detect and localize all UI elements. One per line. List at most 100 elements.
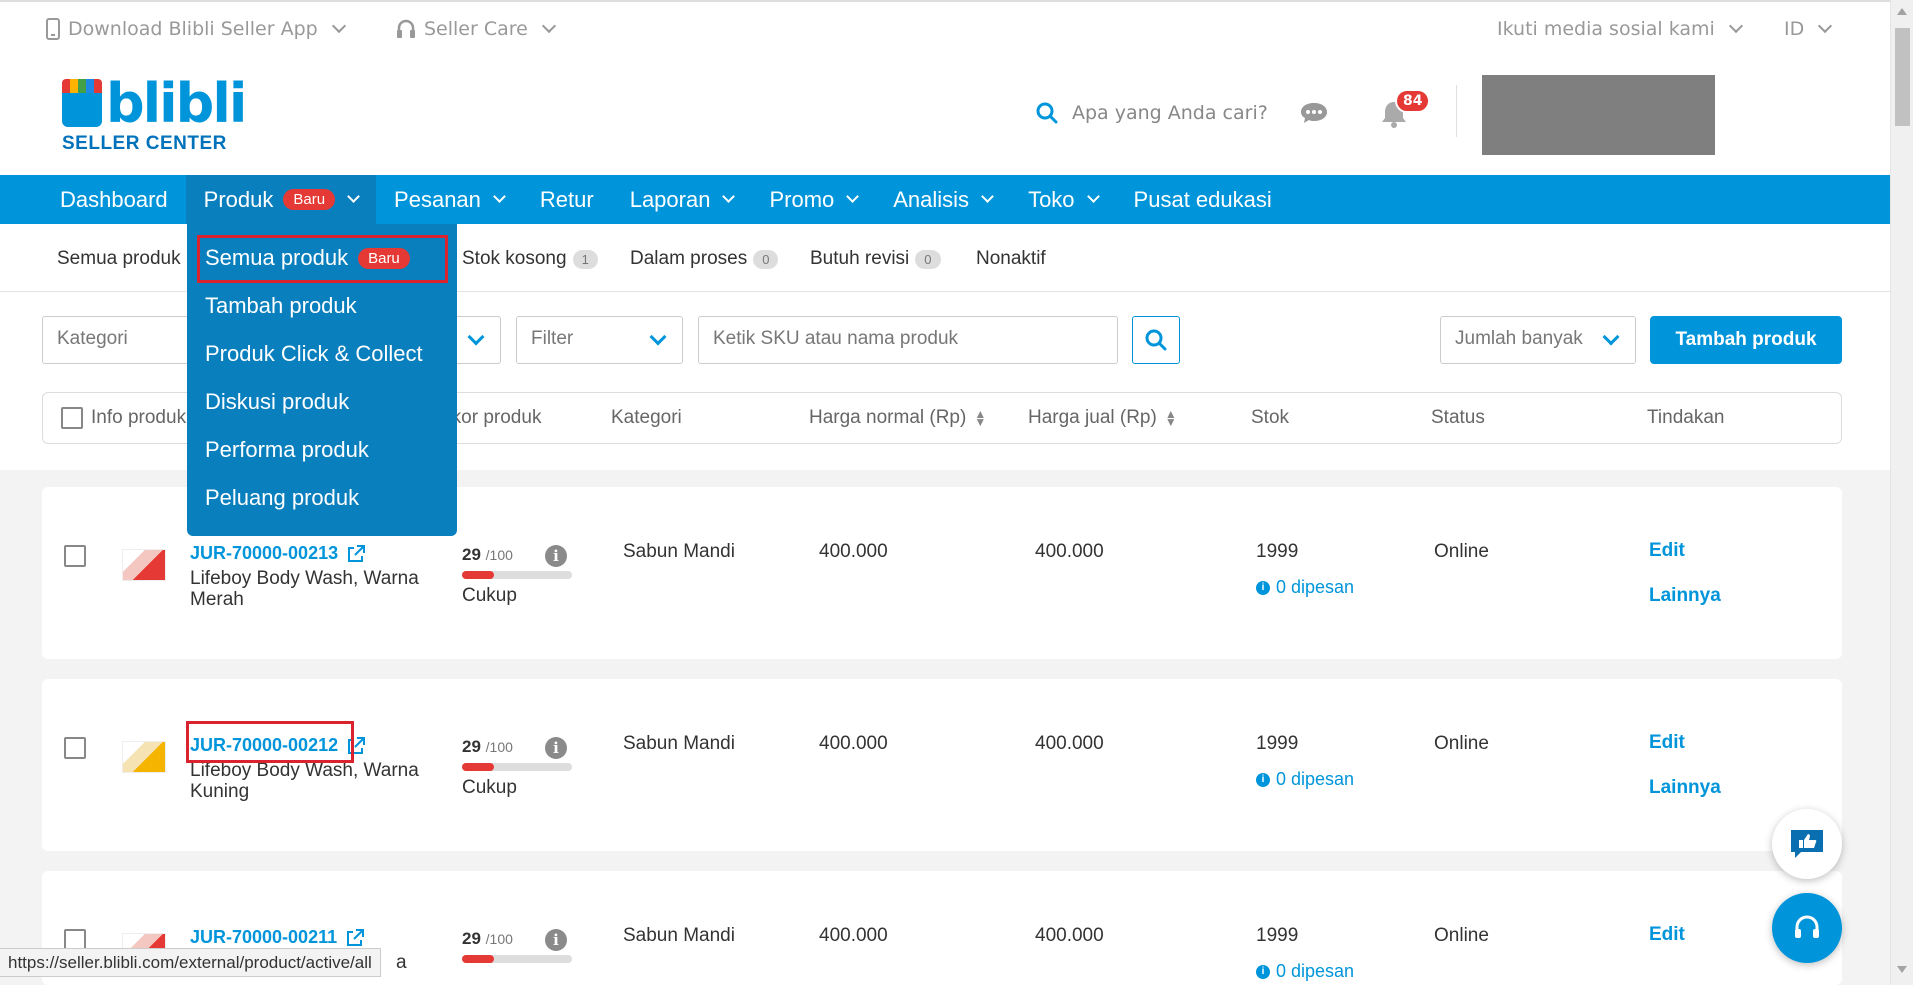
page-scrollbar[interactable] bbox=[1890, 0, 1913, 985]
stock-value: 1999 bbox=[1256, 541, 1299, 562]
edit-link[interactable]: Edit bbox=[1649, 732, 1685, 754]
language-selector[interactable]: ID bbox=[1784, 18, 1833, 40]
product-search-input[interactable]: Ketik SKU atau nama produk bbox=[698, 316, 1118, 364]
social-media-label: Ikuti media sosial kami bbox=[1497, 18, 1715, 40]
account-avatar[interactable] bbox=[1482, 75, 1715, 155]
chevron-down-icon bbox=[541, 18, 556, 34]
menu-item-performa-produk[interactable]: Performa produk bbox=[187, 426, 457, 474]
tab-in-process[interactable]: Dalam proses 0 bbox=[630, 248, 779, 270]
highlight-box bbox=[186, 721, 354, 763]
score-value: 29 bbox=[462, 545, 481, 564]
scrollbar-thumb[interactable] bbox=[1895, 28, 1910, 126]
header-status: Status bbox=[1431, 407, 1485, 428]
edit-link[interactable]: Edit bbox=[1649, 924, 1685, 946]
search-icon bbox=[1145, 329, 1167, 351]
sale-price: 400.000 bbox=[1035, 541, 1104, 562]
seller-care-link[interactable]: Seller Care bbox=[396, 18, 556, 40]
menu-item-label: Tambah produk bbox=[205, 293, 357, 318]
info-icon[interactable]: i bbox=[545, 929, 567, 951]
social-media-link[interactable]: Ikuti media sosial kami bbox=[1497, 18, 1743, 40]
more-link[interactable]: Lainnya bbox=[1649, 777, 1721, 799]
score-label: Cukup bbox=[462, 585, 517, 606]
tab-inactive[interactable]: Nonaktif bbox=[976, 248, 1046, 270]
header-category: Kategori bbox=[611, 407, 682, 428]
sort-icon: ▲ ▼ bbox=[1164, 407, 1177, 429]
menu-item-click-collect[interactable]: Produk Click & Collect bbox=[187, 330, 457, 378]
nav-toko[interactable]: Toko bbox=[1010, 175, 1115, 224]
feedback-button[interactable] bbox=[1772, 809, 1842, 879]
logo-subtitle: SELLER CENTER bbox=[62, 133, 227, 154]
info-icon[interactable]: i bbox=[545, 737, 567, 759]
reserved-link[interactable]: i 0 dipesan bbox=[1256, 577, 1354, 598]
nav-promo-label: Promo bbox=[769, 186, 835, 212]
reserved-link[interactable]: i 0 dipesan bbox=[1256, 769, 1354, 790]
header-sale-price-label: Harga jual (Rp) bbox=[1028, 407, 1157, 428]
nav-laporan[interactable]: Laporan bbox=[612, 175, 752, 224]
product-sku: JUR-70000-00213 bbox=[190, 543, 339, 563]
tab-all-products[interactable]: Semua produk bbox=[57, 248, 181, 270]
global-search[interactable]: Apa yang Anda cari? bbox=[1036, 102, 1268, 124]
score-max: /100 bbox=[485, 739, 513, 755]
score-bar bbox=[462, 955, 572, 963]
chevron-down-icon bbox=[1086, 190, 1100, 203]
edit-link[interactable]: Edit bbox=[1649, 540, 1685, 562]
tab-empty-stock-label: Stok kosong bbox=[462, 248, 567, 269]
reserved-link[interactable]: i 0 dipesan bbox=[1256, 961, 1354, 982]
tab-empty-stock[interactable]: Stok kosong 1 bbox=[462, 248, 598, 270]
download-app-label: Download Blibli Seller App bbox=[68, 18, 318, 40]
nav-retur[interactable]: Retur bbox=[522, 175, 612, 224]
chat-icon[interactable] bbox=[1300, 101, 1328, 125]
header-sale-price[interactable]: Harga jual (Rp) ▲ ▼ bbox=[1028, 407, 1177, 429]
nav-pesanan-label: Pesanan bbox=[394, 186, 481, 212]
nav-dashboard-label: Dashboard bbox=[60, 186, 168, 212]
search-button[interactable] bbox=[1132, 316, 1180, 364]
normal-price: 400.000 bbox=[819, 541, 888, 562]
stock-value: 1999 bbox=[1256, 925, 1299, 946]
row-checkbox[interactable] bbox=[64, 737, 86, 759]
sort-icon: ▲ ▼ bbox=[974, 407, 987, 429]
header: blibli SELLER CENTER Apa yang Anda cari?… bbox=[0, 55, 1890, 175]
more-link[interactable]: Lainnya bbox=[1649, 585, 1721, 607]
product-sku: JUR-70000-00211 bbox=[190, 927, 338, 947]
menu-item-tambah-produk[interactable]: Tambah produk bbox=[187, 282, 457, 330]
nav-promo[interactable]: Promo bbox=[751, 175, 875, 224]
filter-select[interactable]: Filter bbox=[516, 316, 683, 364]
global-search-placeholder: Apa yang Anda cari? bbox=[1072, 102, 1268, 124]
nav-produk-label: Produk bbox=[203, 186, 274, 212]
header-normal-price-label: Harga normal (Rp) bbox=[809, 407, 967, 428]
select-all-checkbox[interactable] bbox=[61, 407, 83, 429]
chevron-down-icon bbox=[722, 190, 736, 203]
headset-icon bbox=[397, 19, 415, 38]
scroll-up-arrow-icon[interactable] bbox=[1897, 8, 1907, 15]
filter-select-label: Filter bbox=[531, 328, 574, 349]
download-app-link[interactable]: Download Blibli Seller App bbox=[46, 18, 346, 40]
nav-pesanan[interactable]: Pesanan bbox=[376, 175, 522, 224]
product-sku-link[interactable]: JUR-70000-00213 bbox=[190, 543, 430, 564]
tab-needs-revision[interactable]: Butuh revisi 0 bbox=[810, 248, 941, 270]
score-label: Cukup bbox=[462, 777, 517, 798]
info-icon: i bbox=[1256, 964, 1270, 979]
blibli-logo[interactable]: blibli SELLER CENTER bbox=[62, 77, 247, 155]
menu-item-diskusi-produk[interactable]: Diskusi produk bbox=[187, 378, 457, 426]
nav-analisis[interactable]: Analisis bbox=[875, 175, 1010, 224]
header-normal-price[interactable]: Harga normal (Rp) ▲ ▼ bbox=[809, 407, 986, 429]
info-icon[interactable]: i bbox=[545, 545, 567, 567]
nav-analisis-label: Analisis bbox=[893, 186, 970, 212]
menu-item-label: Produk Click & Collect bbox=[205, 341, 423, 366]
category-select-label: Kategori bbox=[57, 328, 128, 349]
scroll-down-arrow-icon[interactable] bbox=[1897, 966, 1907, 973]
sort-select[interactable]: Jumlah banyak bbox=[1440, 316, 1636, 364]
count-badge: 0 bbox=[915, 249, 941, 269]
product-sku-link[interactable]: JUR-70000-00211 bbox=[190, 927, 430, 948]
score-value: 29 bbox=[462, 929, 481, 948]
customer-support-button[interactable] bbox=[1772, 893, 1842, 963]
row-checkbox[interactable] bbox=[64, 545, 86, 567]
status-value: Online bbox=[1434, 733, 1489, 754]
nav-produk[interactable]: Produk Baru bbox=[185, 175, 377, 224]
add-product-button[interactable]: Tambah produk bbox=[1650, 316, 1842, 364]
menu-item-peluang-produk[interactable]: Peluang produk bbox=[187, 474, 457, 522]
nav-pusat-edukasi[interactable]: Pusat edukasi bbox=[1116, 175, 1290, 224]
product-name: Lifeboy Body Wash, Warna Merah bbox=[190, 568, 419, 610]
sale-price: 400.000 bbox=[1035, 925, 1104, 946]
nav-dashboard[interactable]: Dashboard bbox=[0, 175, 186, 224]
